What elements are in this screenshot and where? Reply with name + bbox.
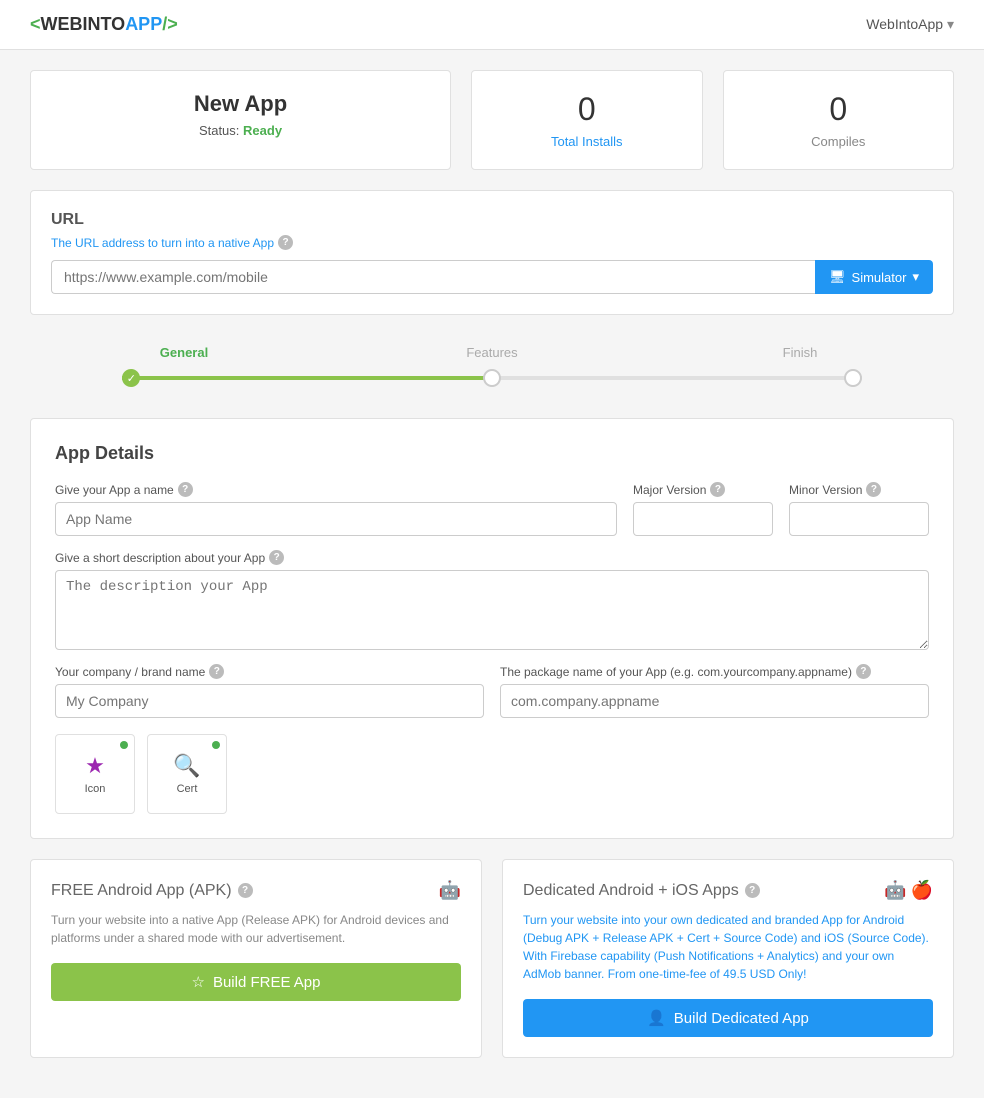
company-label: Your company / brand name ? xyxy=(55,664,484,679)
app-details-section: App Details Give your App a name ? Major… xyxy=(30,418,954,839)
stepper-label-general: General xyxy=(30,345,338,360)
description-group: Give a short description about your App … xyxy=(55,550,929,650)
url-help-icon[interactable]: ? xyxy=(278,235,293,250)
icon-card[interactable]: ★ Icon xyxy=(55,734,135,814)
stepper-bar xyxy=(30,368,954,388)
simulator-label: Simulator xyxy=(852,270,907,285)
logo-bracket-close: /> xyxy=(162,14,178,34)
app-name-label: Give your App a name ? xyxy=(55,482,617,497)
free-app-description: Turn your website into a native App (Rel… xyxy=(51,911,461,947)
status-value: Ready xyxy=(243,123,282,138)
dedicated-person-icon: 👤 xyxy=(647,1009,666,1027)
compiles-card: 0 Compiles xyxy=(723,70,955,170)
simulator-icon: 🖥 xyxy=(829,269,846,285)
form-row-description: Give a short description about your App … xyxy=(55,550,929,650)
asset-row: ★ Icon 🔍 Cert xyxy=(55,734,929,814)
dedicated-app-description: Turn your website into your own dedicate… xyxy=(523,911,933,983)
status-line: Status: Ready xyxy=(51,123,430,138)
stats-row: New App Status: Ready 0 Total Installs 0… xyxy=(30,70,954,170)
logo-web: WEB xyxy=(41,14,83,34)
status-prefix: Status: xyxy=(199,123,239,138)
minor-version-input[interactable]: 0 xyxy=(789,502,929,536)
logo-bracket-open: < xyxy=(30,14,41,34)
dedicated-app-card: Dedicated Android + iOS Apps ? 🤖 🍎 Turn … xyxy=(502,859,954,1058)
app-name-help-icon[interactable]: ? xyxy=(178,482,193,497)
major-version-help-icon[interactable]: ? xyxy=(710,482,725,497)
cert-label: Cert xyxy=(177,783,198,795)
simulator-button[interactable]: 🖥 Simulator xyxy=(815,260,933,294)
minor-version-help-icon[interactable]: ? xyxy=(866,482,881,497)
company-group: Your company / brand name ? xyxy=(55,664,484,718)
form-row-company-package: Your company / brand name ? The package … xyxy=(55,664,929,718)
package-label: The package name of your App (e.g. com.y… xyxy=(500,664,929,679)
url-input[interactable] xyxy=(51,260,815,294)
app-name-card: New App Status: Ready xyxy=(30,70,451,170)
main-content: New App Status: Ready 0 Total Installs 0… xyxy=(0,50,984,1098)
android-icon-free: 🤖 xyxy=(439,880,461,901)
stepper-dot-finish xyxy=(844,369,862,387)
app-name-group: Give your App a name ? xyxy=(55,482,617,536)
logo-into: INTO xyxy=(83,14,126,34)
minor-version-label: Minor Version ? xyxy=(789,482,929,497)
compiles-count: 0 xyxy=(744,91,934,128)
stepper-dot-general xyxy=(122,369,140,387)
cert-card[interactable]: 🔍 Cert xyxy=(147,734,227,814)
android-icon-dedicated: 🤖 xyxy=(884,880,906,901)
url-title: URL xyxy=(51,211,933,229)
company-input[interactable] xyxy=(55,684,484,718)
stepper-dots xyxy=(30,369,954,387)
url-description: The URL address to turn into a native Ap… xyxy=(51,235,933,250)
major-version-group: Major Version ? 1 xyxy=(633,482,773,536)
icon-label: Icon xyxy=(85,783,106,795)
free-star-icon: ☆ xyxy=(191,973,204,991)
stepper-label-finish: Finish xyxy=(646,345,954,360)
compiles-label: Compiles xyxy=(744,134,934,149)
form-row-name-version: Give your App a name ? Major Version ? 1… xyxy=(55,482,929,536)
build-free-button[interactable]: ☆ Build FREE App xyxy=(51,963,461,1001)
url-input-row: 🖥 Simulator xyxy=(51,260,933,294)
description-label: Give a short description about your App … xyxy=(55,550,929,565)
user-menu[interactable]: WebIntoApp xyxy=(866,16,954,33)
logo-app: APP xyxy=(125,14,162,34)
icon-dot xyxy=(120,741,128,749)
stepper-labels: General Features Finish xyxy=(30,345,954,360)
build-free-label: Build FREE App xyxy=(213,974,321,991)
description-help-icon[interactable]: ? xyxy=(269,550,284,565)
major-version-input[interactable]: 1 xyxy=(633,502,773,536)
app-name-title: New App xyxy=(51,91,430,117)
free-app-help-icon[interactable]: ? xyxy=(238,883,253,898)
bottom-row: FREE Android App (APK) ? 🤖 Turn your web… xyxy=(30,859,954,1058)
company-help-icon[interactable]: ? xyxy=(209,664,224,679)
dedicated-app-title: Dedicated Android + iOS Apps ? 🤖 🍎 xyxy=(523,880,933,901)
free-app-title: FREE Android App (APK) ? 🤖 xyxy=(51,880,461,901)
url-section: URL The URL address to turn into a nativ… xyxy=(30,190,954,315)
package-group: The package name of your App (e.g. com.y… xyxy=(500,664,929,718)
apple-icon-dedicated: 🍎 xyxy=(911,880,933,901)
description-textarea[interactable] xyxy=(55,570,929,650)
installs-card: 0 Total Installs xyxy=(471,70,703,170)
installs-count: 0 xyxy=(492,91,682,128)
installs-label: Total Installs xyxy=(492,134,682,149)
header: <WEBINTOAPP/> WebIntoApp xyxy=(0,0,984,50)
stepper-label-features: Features xyxy=(338,345,646,360)
cert-search-icon: 🔍 xyxy=(173,753,200,779)
build-dedicated-button[interactable]: 👤 Build Dedicated App xyxy=(523,999,933,1037)
stepper-dot-features xyxy=(483,369,501,387)
app-details-title: App Details xyxy=(55,443,929,464)
minor-version-group: Minor Version ? 0 xyxy=(789,482,929,536)
package-input[interactable] xyxy=(500,684,929,718)
logo: <WEBINTOAPP/> xyxy=(30,14,178,35)
platform-icons: 🤖 🍎 xyxy=(884,880,933,901)
stepper-section: General Features Finish xyxy=(30,335,954,398)
cert-dot xyxy=(212,741,220,749)
free-app-card: FREE Android App (APK) ? 🤖 Turn your web… xyxy=(30,859,482,1058)
icon-star-icon: ★ xyxy=(85,753,105,779)
major-version-label: Major Version ? xyxy=(633,482,773,497)
dedicated-app-help-icon[interactable]: ? xyxy=(745,883,760,898)
app-name-input[interactable] xyxy=(55,502,617,536)
package-help-icon[interactable]: ? xyxy=(856,664,871,679)
